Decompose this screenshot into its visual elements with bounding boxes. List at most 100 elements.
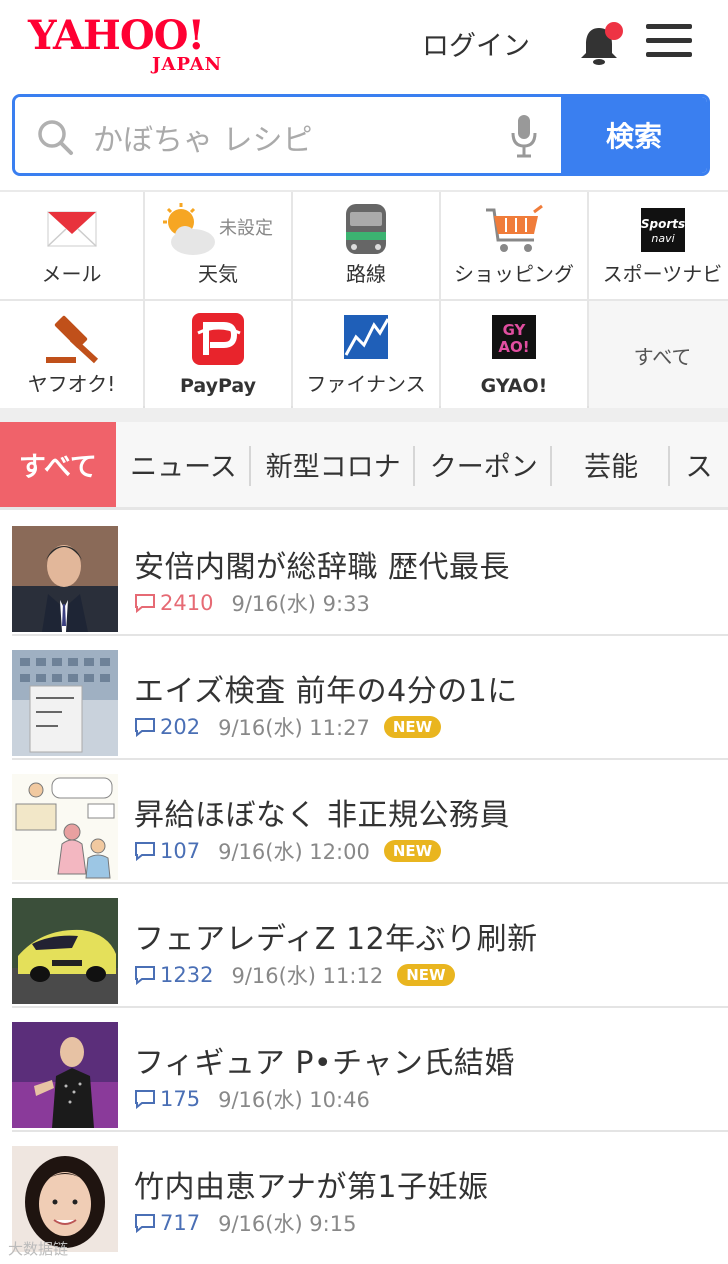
gyao-icon: GY AO! bbox=[492, 315, 536, 359]
news-meta: 175 9/16(水) 10:46 bbox=[134, 1084, 384, 1114]
logo-subtext: JAPAN bbox=[152, 54, 223, 75]
mail-icon bbox=[46, 211, 97, 247]
cart-icon bbox=[486, 204, 543, 252]
news-item[interactable]: 竹内由恵アナが第1子妊娠 717 9/16(水) 9:15 bbox=[12, 1132, 728, 1256]
svg-text:AO!: AO! bbox=[498, 338, 529, 356]
search-bar: かぼちゃ レシピ 検索 bbox=[12, 94, 710, 176]
yahoo-japan-logo[interactable]: YAHOO! JAPAN bbox=[28, 12, 248, 76]
service-all[interactable]: すべて bbox=[589, 301, 728, 409]
tab-news[interactable]: ニュース bbox=[116, 422, 252, 507]
service-label: PayPay bbox=[179, 375, 257, 397]
service-label: スポーツナビ bbox=[602, 262, 723, 286]
news-headline: フィギュア P•チャン氏結婚 bbox=[134, 1046, 515, 1081]
tab-sports-partial[interactable]: ス bbox=[670, 422, 728, 507]
service-grid: メール 未設定 天気 路線 ショッピング Sports navi スポーツナビ … bbox=[0, 190, 728, 409]
news-headline: エイズ検査 前年の4分の1に bbox=[134, 674, 518, 709]
news-thumbnail bbox=[12, 774, 118, 880]
news-meta: 717 9/16(水) 9:15 bbox=[134, 1208, 370, 1238]
search-icon bbox=[38, 120, 73, 155]
search-input[interactable]: かぼちゃ レシピ bbox=[15, 97, 561, 173]
service-mail[interactable]: メール bbox=[0, 192, 143, 299]
news-date: 9/16(水) 10:46 bbox=[218, 1088, 370, 1112]
news-date: 9/16(水) 11:12 bbox=[231, 964, 384, 988]
weather-icon bbox=[162, 203, 215, 255]
svg-text:navi: navi bbox=[651, 232, 674, 245]
service-paypay[interactable]: PayPay bbox=[145, 301, 291, 409]
section-divider bbox=[0, 408, 728, 422]
tab-covid[interactable]: 新型コロナ bbox=[251, 422, 416, 507]
tab-coupon[interactable]: クーポン bbox=[415, 422, 553, 507]
comment-count: 1232 bbox=[134, 963, 213, 987]
comment-icon bbox=[135, 966, 155, 985]
sportsnavi-icon: Sports navi bbox=[640, 208, 685, 252]
bell-icon[interactable] bbox=[574, 20, 624, 70]
service-sportsnavi[interactable]: Sports navi スポーツナビ bbox=[589, 192, 728, 299]
auction-gavel-icon bbox=[45, 315, 98, 364]
hamburger-menu-icon[interactable] bbox=[646, 24, 692, 64]
service-label: ファイナンス bbox=[306, 372, 426, 396]
train-icon bbox=[346, 204, 386, 254]
service-gyao[interactable]: GY AO! GYAO! bbox=[441, 301, 587, 409]
header: YAHOO! JAPAN ログイン かぼちゃ レシピ 検索 bbox=[0, 0, 728, 176]
news-date: 9/16(水) 11:27 bbox=[218, 716, 370, 740]
news-thumbnail bbox=[12, 526, 118, 632]
new-badge: NEW bbox=[397, 964, 455, 986]
news-date: 9/16(水) 9:33 bbox=[231, 592, 370, 616]
svg-text:GY: GY bbox=[503, 321, 527, 339]
news-thumbnail bbox=[12, 898, 118, 1004]
service-label: GYAO! bbox=[480, 375, 548, 397]
service-label: ショッピング bbox=[454, 262, 574, 286]
weather-unset-label: 未設定 bbox=[219, 218, 273, 239]
microphone-icon[interactable] bbox=[509, 113, 539, 159]
service-route[interactable]: 路線 bbox=[293, 192, 439, 299]
comment-count: 107 bbox=[134, 839, 200, 863]
service-label: 天気 bbox=[198, 262, 238, 286]
news-item[interactable]: フェアレディZ 12年ぶり刷新 1232 9/16(水) 11:12 NEW bbox=[12, 884, 728, 1008]
finance-chart-icon bbox=[344, 315, 390, 359]
news-list: 安倍内閣が総辞職 歴代最長 2410 9/16(水) 9:33 エイズ検査 前年… bbox=[0, 512, 728, 1256]
news-meta: 1232 9/16(水) 11:12 NEW bbox=[134, 960, 455, 990]
new-badge: NEW bbox=[383, 716, 442, 738]
news-meta: 2410 9/16(水) 9:33 bbox=[134, 588, 384, 618]
comment-icon bbox=[135, 842, 155, 861]
news-item[interactable]: 安倍内閣が総辞職 歴代最長 2410 9/16(水) 9:33 bbox=[12, 512, 728, 636]
news-item[interactable]: 昇給ほぼなく 非正規公務員 107 9/16(水) 12:00 NEW bbox=[12, 760, 728, 884]
news-headline: フェアレディZ 12年ぶり刷新 bbox=[134, 922, 538, 957]
tab-all[interactable]: すべて bbox=[0, 422, 116, 507]
service-label: すべて bbox=[633, 344, 692, 369]
login-link[interactable]: ログイン bbox=[422, 24, 530, 63]
comment-icon bbox=[135, 1214, 155, 1233]
news-date: 9/16(水) 9:15 bbox=[218, 1212, 357, 1236]
paypay-icon bbox=[192, 313, 244, 365]
news-meta: 107 9/16(水) 12:00 NEW bbox=[134, 836, 442, 866]
comment-count: 2410 bbox=[134, 591, 213, 615]
service-auction[interactable]: ヤフオク! bbox=[0, 301, 143, 409]
service-weather[interactable]: 未設定 天気 bbox=[145, 192, 291, 299]
comment-count: 202 bbox=[134, 715, 200, 739]
news-headline: 竹内由恵アナが第1子妊娠 bbox=[134, 1170, 489, 1205]
service-shopping[interactable]: ショッピング bbox=[441, 192, 587, 299]
comment-icon bbox=[135, 1090, 155, 1109]
news-thumbnail bbox=[12, 1022, 118, 1128]
search-placeholder: かぼちゃ レシピ bbox=[93, 123, 313, 158]
logo-text: YAHOO! bbox=[28, 12, 205, 59]
watermark-text: 大数据链 bbox=[8, 1240, 69, 1258]
service-finance[interactable]: ファイナンス bbox=[293, 301, 439, 409]
news-thumbnail bbox=[12, 1146, 118, 1252]
new-badge: NEW bbox=[383, 840, 442, 862]
service-label: ヤフオク! bbox=[27, 372, 116, 396]
service-label: メール bbox=[41, 262, 102, 286]
news-headline: 昇給ほぼなく 非正規公務員 bbox=[134, 798, 511, 833]
svg-text:Sports: Sports bbox=[640, 217, 684, 231]
news-thumbnail bbox=[12, 650, 118, 756]
news-headline: 安倍内閣が総辞職 歴代最長 bbox=[134, 550, 511, 585]
search-button[interactable]: 検索 bbox=[561, 97, 707, 173]
news-item[interactable]: フィギュア P•チャン氏結婚 175 9/16(水) 10:46 bbox=[12, 1008, 728, 1132]
news-item[interactable]: エイズ検査 前年の4分の1に 202 9/16(水) 11:27 NEW bbox=[12, 636, 728, 760]
category-tabs: すべて ニュース 新型コロナ クーポン 芸能 ス bbox=[0, 422, 728, 510]
news-date: 9/16(水) 12:00 bbox=[218, 840, 370, 864]
comment-count: 175 bbox=[134, 1087, 200, 1111]
comment-icon bbox=[135, 718, 155, 737]
comment-count: 717 bbox=[134, 1211, 200, 1235]
tab-entertainment[interactable]: 芸能 bbox=[552, 422, 671, 507]
